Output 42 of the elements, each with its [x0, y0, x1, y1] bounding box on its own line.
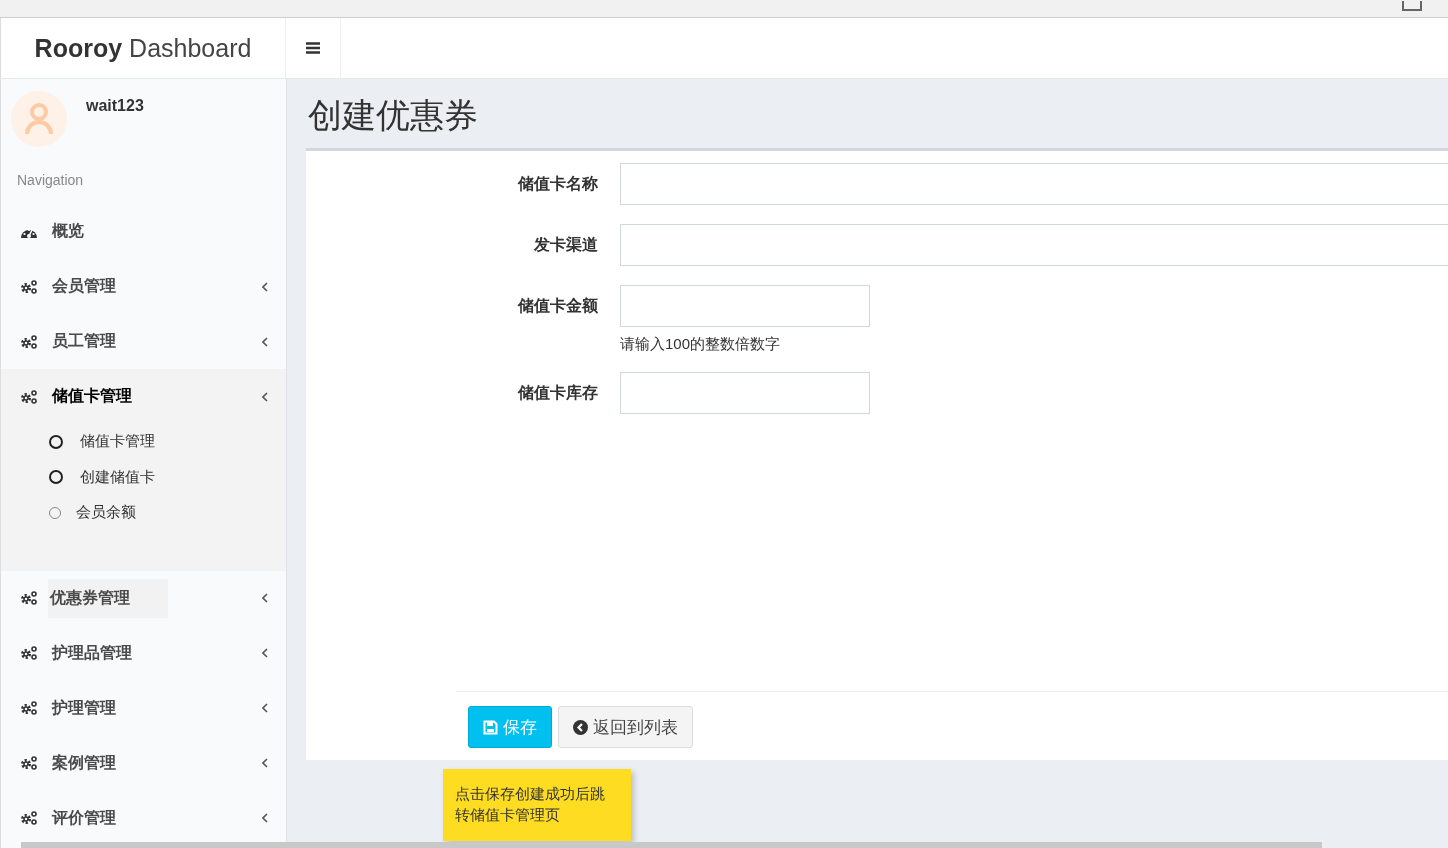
input-field[interactable] — [620, 372, 870, 414]
gears-icon — [20, 700, 38, 716]
chevron-left-icon — [262, 281, 268, 292]
hover-highlight: 优惠券管理 — [48, 578, 168, 618]
chevron-left-icon — [262, 703, 268, 713]
field-label: 储值卡库存 — [516, 383, 599, 403]
gears-icon — [20, 388, 38, 405]
page-title: 创建优惠券 — [308, 95, 479, 135]
chevron-left-icon — [262, 758, 268, 768]
chevron-left-icon — [262, 593, 268, 603]
chevron-left-icon — [262, 391, 268, 402]
circle-icon — [49, 470, 63, 485]
chevron-left-icon — [262, 336, 268, 347]
submenu-item[interactable]: 会员余额 — [1, 495, 286, 531]
chevron-left-icon — [262, 648, 268, 658]
brand-logo[interactable]: Rooroy Dashboard — [0, 18, 286, 78]
input-field[interactable] — [620, 163, 1448, 205]
gears-icon — [20, 278, 38, 295]
back-button[interactable]: 返回到列表 — [558, 706, 693, 748]
submenu-item[interactable]: 储值卡管理 — [1, 424, 286, 460]
input-field[interactable] — [620, 285, 870, 327]
chevron-left-icon — [262, 813, 268, 823]
field-label: 储值卡金额 — [516, 296, 599, 316]
gears-icon — [20, 590, 38, 606]
field-label: 储值卡名称 — [516, 174, 599, 194]
sticky-note: 点击保存创建成功后跳转储值卡管理页 — [443, 769, 631, 841]
nav-heading: Navigation — [16, 171, 85, 190]
circle-icon — [49, 434, 63, 449]
window-icon[interactable] — [1402, 1, 1422, 11]
help-text: 请输入100的整数倍数字 — [620, 335, 782, 354]
chevron-circle-left-icon — [573, 719, 588, 735]
input-field[interactable] — [620, 224, 1448, 266]
user-name: wait123 — [86, 97, 144, 116]
gears-icon — [20, 333, 38, 350]
scrollbar[interactable] — [21, 842, 1322, 848]
menu-icon — [306, 42, 320, 54]
submenu-item[interactable]: 创建储值卡 — [1, 459, 286, 495]
gears-icon — [20, 755, 38, 771]
avatar-icon — [11, 91, 67, 147]
gears-icon — [20, 810, 38, 826]
gears-icon — [20, 645, 38, 661]
field-label: 发卡渠道 — [533, 235, 599, 255]
